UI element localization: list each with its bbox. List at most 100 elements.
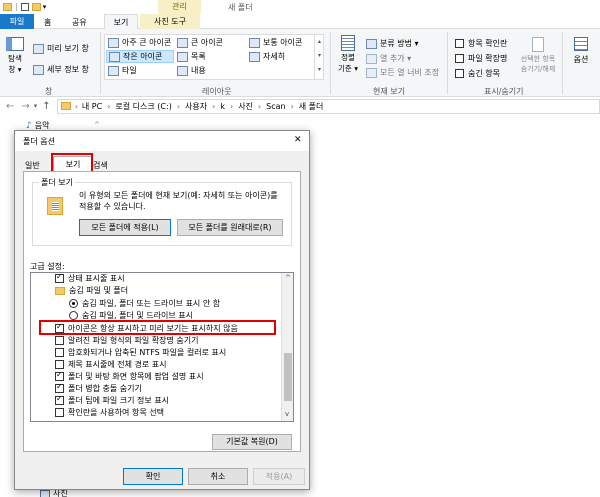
layout-details[interactable]: 자세히	[249, 51, 285, 62]
context-tab-header: 관리	[158, 0, 201, 14]
new-folder-icon[interactable]	[31, 2, 41, 11]
layout-small-icons[interactable]: 작은 아이콘	[106, 50, 174, 63]
folder-icon	[60, 102, 71, 110]
hidden-items-toggle[interactable]: 숨긴 항목	[455, 68, 500, 79]
back-arrow-icon[interactable]: ←	[6, 101, 14, 112]
tab-file[interactable]: 파일	[0, 14, 34, 29]
up-arrow-icon[interactable]: ↑	[42, 101, 50, 112]
breadcrumb-new-folder[interactable]: 새 폴더	[299, 101, 324, 112]
cancel-button[interactable]: 취소	[188, 468, 248, 485]
fit-columns-button[interactable]: 모든 열 너비 조정	[366, 67, 439, 78]
preview-pane-button[interactable]: 미리 보기 창	[33, 43, 89, 54]
ribbon-body: 탐색 창 ▾ 미리 보기 창 세부 정보 창 창 아주 큰 아이콘 큰 아이콘 …	[0, 29, 600, 97]
layout-extra-large-icons[interactable]: 아주 큰 아이콘	[108, 37, 171, 48]
group-by-button[interactable]: 분류 방법 ▾	[366, 38, 419, 49]
hidden-items-checkbox[interactable]	[455, 69, 464, 78]
setting-hide-extensions[interactable]: 알려진 파일 형식의 파일 확장명 숨기기	[55, 335, 198, 346]
tab-picture-tools[interactable]: 사진 도구	[140, 14, 200, 29]
tab-search[interactable]: 검색	[93, 160, 108, 171]
forward-arrow-icon[interactable]: →	[21, 101, 29, 112]
layout-list[interactable]: 목록	[177, 51, 206, 62]
reset-folders-button[interactable]: 모든 폴더를 원래대로(R)	[177, 219, 283, 236]
close-icon[interactable]: ✕	[294, 135, 302, 145]
gallery-scroll[interactable]: ▴ ▾ ▾	[314, 35, 324, 79]
options-button[interactable]: 옵션	[567, 37, 595, 65]
item-checkboxes-toggle[interactable]: 항목 확인란	[455, 38, 507, 49]
file-extensions-toggle[interactable]: 파일 확장명	[455, 53, 507, 64]
restore-defaults-button[interactable]: 기본값 복원(D)	[212, 434, 292, 450]
tab-home[interactable]: 홈	[44, 17, 51, 28]
file-extensions-checkbox[interactable]	[455, 54, 464, 63]
setting-use-checkboxes[interactable]: 확인란을 사용하여 항목 선택	[55, 407, 164, 418]
group-label-layout: 레이아웃	[202, 87, 232, 96]
merge-conflicts-checkbox[interactable]	[55, 382, 64, 393]
setting-folder-tips-size[interactable]: 폴더 팁에 파일 크기 정보 표시	[55, 394, 169, 406]
setting-full-path[interactable]: 제목 표시줄에 전체 경로 표시	[55, 359, 167, 370]
setting-merge-conflicts[interactable]: 폴더 병합 충돌 숨기기	[55, 382, 142, 394]
setting-ntfs-color[interactable]: 암호화되거나 압축된 NTFS 파일을 컬러로 표시	[55, 347, 226, 358]
dont-show-hidden-radio[interactable]	[69, 299, 78, 308]
add-columns-button[interactable]: 열 추가 ▾	[366, 53, 411, 64]
folder-views-description: 이 유형의 모든 폴더에 현재 보기(예: 자세히 또는 아이콘)를 적용할 수…	[79, 191, 278, 211]
advanced-settings-list[interactable]: 상태 표시줄 표시 숨김 파일 및 폴더 숨김 파일, 폴더 또는 드라이브 표…	[30, 272, 294, 422]
breadcrumb-k[interactable]: k	[220, 102, 225, 111]
fit-columns-icon	[366, 67, 377, 78]
setting-status-bar[interactable]: 상태 표시줄 표시	[55, 273, 125, 284]
layout-item-label: 아주 큰 아이콘	[122, 38, 172, 47]
recent-chevron-icon[interactable]: ▾	[34, 102, 38, 110]
tab-view[interactable]: 보기	[104, 14, 138, 30]
quick-access-toolbar: | ▾	[3, 2, 46, 11]
group-label-current-view: 현재 보기	[373, 87, 405, 96]
title-bar: | ▾ 관리 새 폴더	[0, 0, 600, 14]
folder-icon	[55, 286, 65, 295]
setting-label: 상태 표시줄 표시	[68, 274, 125, 283]
ntfs-color-checkbox[interactable]	[55, 348, 64, 357]
content-icon	[177, 65, 188, 76]
breadcrumb-this-pc[interactable]: 내 PC	[82, 101, 102, 112]
scroll-thumb[interactable]	[284, 353, 292, 401]
setting-dont-show-hidden[interactable]: 숨김 파일, 폴더 또는 드라이브 표시 안 함	[69, 298, 220, 309]
ok-button[interactable]: 확인	[123, 468, 183, 485]
details-pane-button[interactable]: 세부 정보 창	[33, 64, 89, 75]
options-label: 옵션	[573, 55, 589, 64]
layout-content[interactable]: 내용	[177, 65, 206, 76]
folder-views-legend: 폴더 보기	[39, 177, 75, 188]
settings-scrollbar[interactable]: ^ v	[281, 273, 293, 421]
layout-item-label: 큰 아이콘	[191, 38, 223, 47]
use-checkboxes-checkbox[interactable]	[55, 408, 64, 417]
item-checkboxes-checkbox[interactable]	[455, 39, 464, 48]
layout-medium-icons[interactable]: 보통 아이콘	[249, 37, 302, 48]
breadcrumb-users[interactable]: 사용자	[185, 101, 207, 112]
status-bar-checkbox[interactable]	[55, 273, 64, 283]
hide-selected-button[interactable]: 선택한 항목 숨기기/해제	[516, 37, 560, 74]
sort-by-button[interactable]: 정렬 기준 ▾	[336, 35, 360, 74]
scroll-up-icon[interactable]: ^	[285, 274, 291, 282]
breadcrumb-pictures[interactable]: 사진	[238, 101, 253, 112]
layout-tiles[interactable]: 타일	[108, 65, 137, 76]
sidebar-collapse-icon[interactable]: ^	[94, 121, 100, 129]
window-title: 새 폴더	[228, 3, 253, 12]
extra-large-icons-icon	[108, 37, 119, 48]
hide-selected-icon	[532, 37, 544, 52]
breadcrumb-local-disk[interactable]: 로컬 디스크 (C:)	[115, 101, 171, 112]
apply-to-folders-button[interactable]: 모든 폴더에 적용(L)	[79, 219, 171, 236]
hide-extensions-checkbox[interactable]	[55, 336, 64, 345]
folder-tips-size-checkbox[interactable]	[55, 394, 64, 405]
scroll-down-icon[interactable]: v	[285, 410, 289, 418]
group-divider	[562, 32, 563, 94]
apply-button[interactable]: 적용(A)	[253, 468, 305, 485]
layout-large-icons[interactable]: 큰 아이콘	[177, 37, 223, 48]
nav-pane-button[interactable]: 탐색 창 ▾	[4, 37, 26, 75]
full-path-checkbox[interactable]	[55, 360, 64, 369]
tab-share[interactable]: 공유	[72, 17, 87, 28]
popup-description-checkbox[interactable]	[55, 370, 64, 381]
tab-general[interactable]: 일반	[25, 160, 40, 171]
breadcrumb-scan[interactable]: Scan	[266, 102, 285, 111]
show-hidden-radio[interactable]	[69, 311, 78, 320]
properties-icon[interactable]	[20, 2, 29, 11]
chevron-down-icon[interactable]: ▾	[43, 3, 47, 11]
tab-page-view: 폴더 보기 이 유형의 모든 폴더에 현재 보기(예: 자세히 또는 아이콘)를…	[23, 171, 301, 452]
group-divider	[100, 32, 101, 94]
address-field[interactable]: › 내 PC › 로컬 디스크 (C:) › 사용자 › k › 사진 › Scan › 새…	[56, 98, 600, 114]
setting-popup-description[interactable]: 폴더 및 바탕 화면 항목에 팝업 설명 표시	[55, 370, 204, 382]
